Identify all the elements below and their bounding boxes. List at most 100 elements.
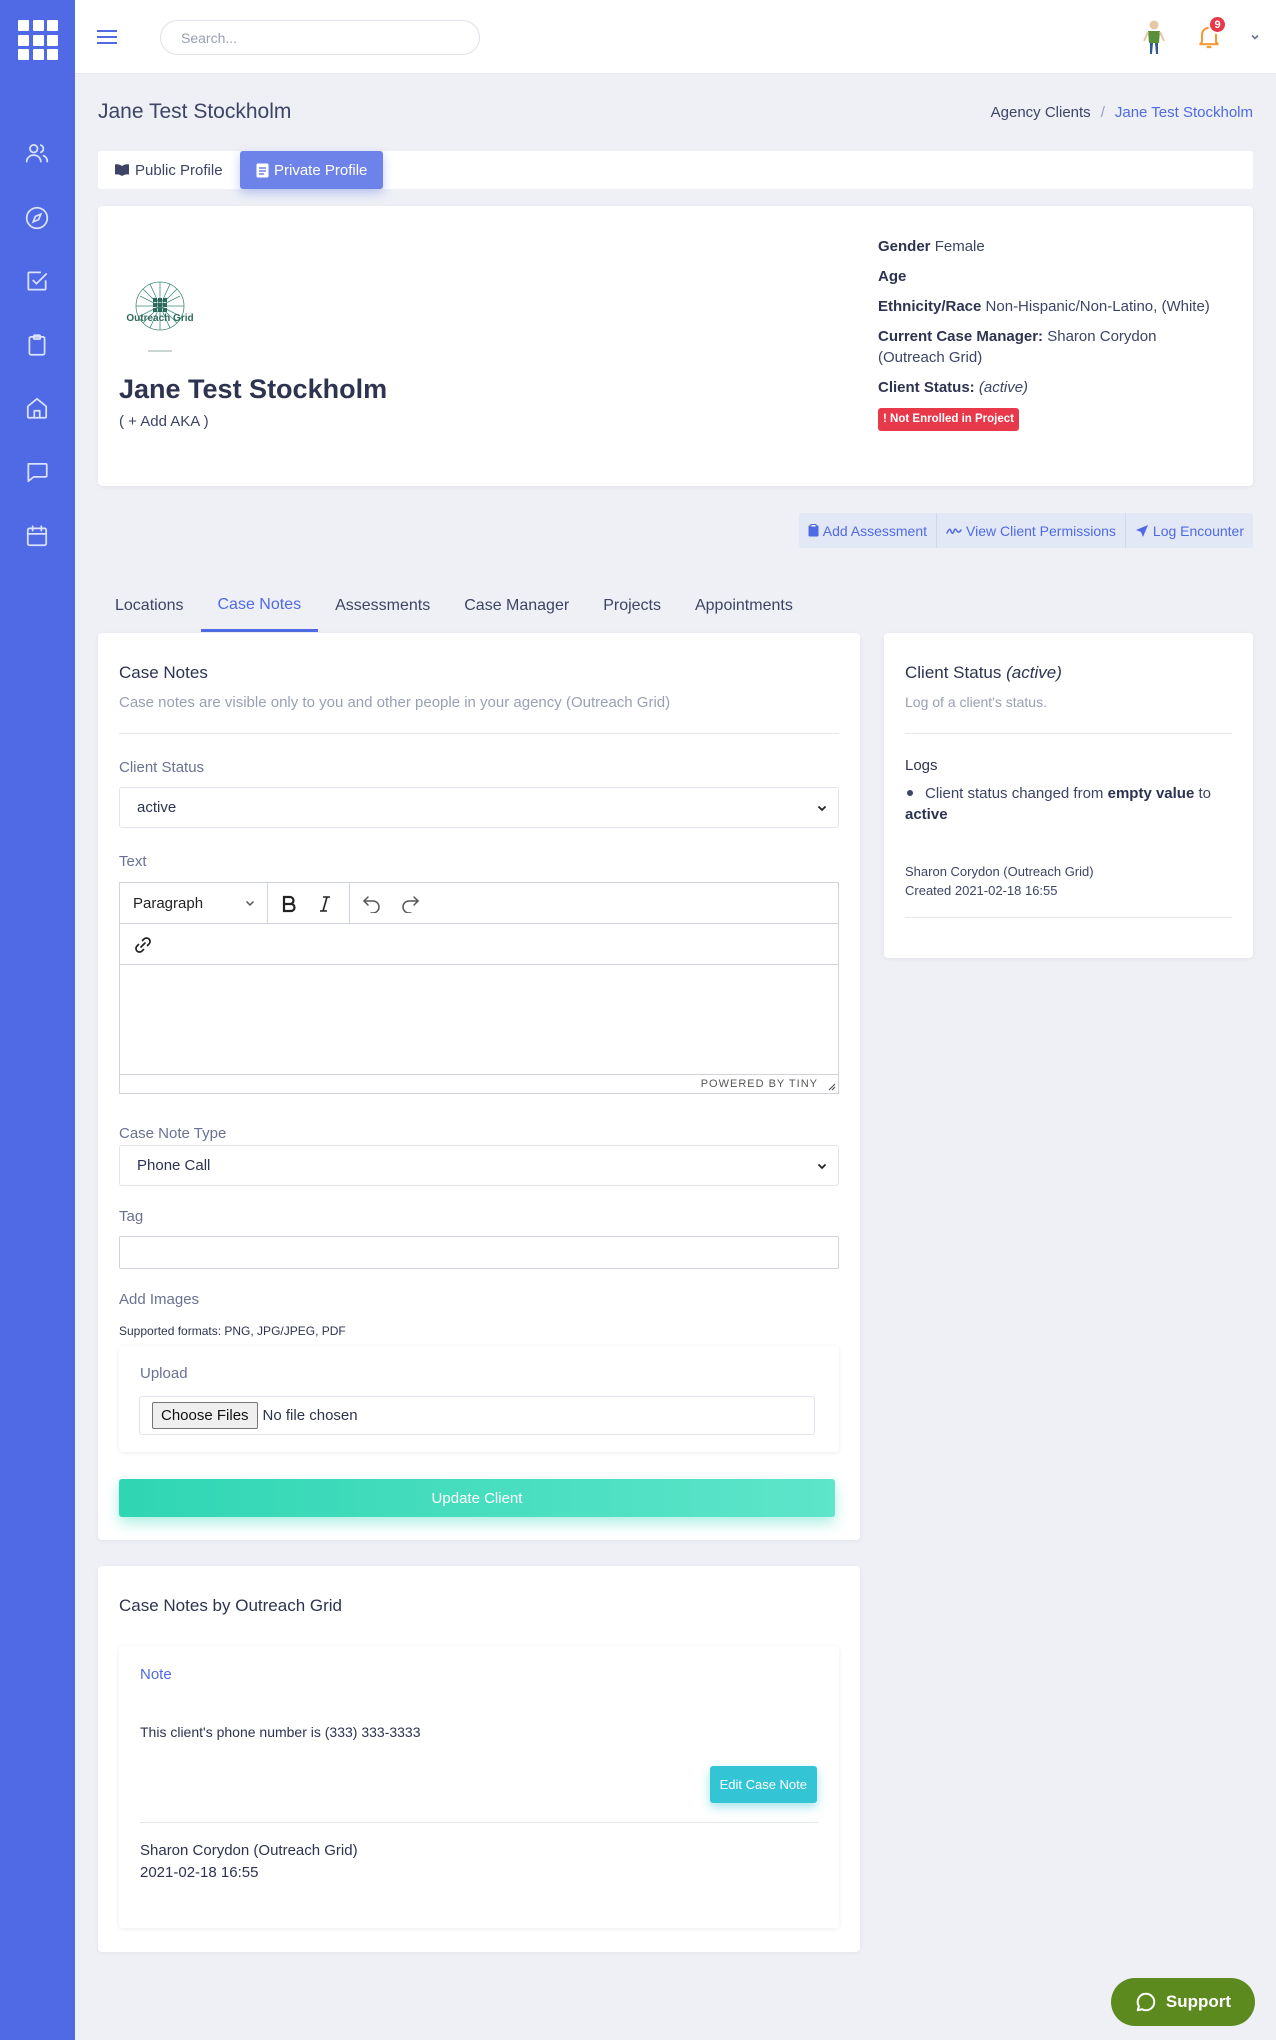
- ethnicity-label: Ethnicity/Race: [878, 298, 982, 315]
- client-status-field-label: Client Status: [119, 759, 205, 776]
- tag-field-label: Tag: [119, 1208, 144, 1225]
- log-encounter-label: Log Encounter: [1152, 522, 1244, 539]
- case-notes-subtitle: Case notes are visible only to you and o…: [119, 694, 671, 711]
- user-avatar[interactable]: [1138, 18, 1170, 56]
- log-item: Client status changed from empty value t…: [905, 783, 1235, 825]
- block-format-select[interactable]: Paragraph: [120, 883, 268, 924]
- users-icon[interactable]: [22, 138, 52, 168]
- rich-text-editor: Paragraph POWERED BY TINY: [119, 882, 839, 1094]
- view-client-permissions-label: View Client Permissions: [966, 522, 1116, 539]
- tab-assessments[interactable]: Assessments: [318, 580, 447, 632]
- checkbox-icon[interactable]: [22, 266, 52, 296]
- tab-public-profile[interactable]: Public Profile: [98, 151, 239, 189]
- profile-card: Outreach Grid Jane Test Stockholm ( + Ad…: [98, 206, 1253, 486]
- client-name: Jane Test Stockholm: [119, 374, 388, 404]
- file-input[interactable]: Choose Files No file chosen: [139, 1396, 815, 1435]
- add-assessment-label: Add Assessment: [822, 522, 928, 539]
- log-created: Created 2021-02-18 16:55: [905, 883, 1058, 898]
- support-button[interactable]: Support: [1111, 1978, 1255, 2026]
- editor-toolbar-secondary: [120, 924, 838, 965]
- log-meta: Sharon Corydon (Outreach Grid) Created 2…: [905, 862, 1094, 900]
- chevron-down-icon: [817, 805, 827, 812]
- enrollment-badge-label: Not Enrolled in Project: [890, 413, 1015, 425]
- logs-title: Logs: [905, 757, 938, 774]
- tab-projects[interactable]: Projects: [586, 580, 678, 632]
- age-label: Age: [878, 268, 907, 285]
- search-input[interactable]: [160, 20, 480, 55]
- toolbar-separator: [349, 883, 350, 924]
- tag-input[interactable]: [119, 1236, 839, 1269]
- client-status-label: Client Status:: [878, 379, 975, 396]
- case-note-item: Note This client's phone number is (333)…: [119, 1646, 839, 1928]
- tab-case-manager[interactable]: Case Manager: [447, 580, 586, 632]
- menu-icon[interactable]: [96, 26, 118, 48]
- text-field-label: Text: [119, 853, 147, 870]
- italic-icon[interactable]: [311, 890, 339, 918]
- chat-icon[interactable]: [22, 457, 52, 487]
- tab-case-notes[interactable]: Case Notes: [200, 580, 319, 632]
- calendar-icon[interactable]: [22, 521, 52, 551]
- note-date: 2021-02-18 16:55: [140, 1864, 259, 1881]
- link-icon[interactable]: [129, 931, 157, 959]
- editor-branding[interactable]: POWERED BY TINY: [701, 1078, 818, 1090]
- upload-panel: Upload Choose Files No file chosen: [119, 1346, 839, 1452]
- exclamation-icon: !: [883, 413, 887, 425]
- client-tabs: Locations Case Notes Assessments Case Ma…: [98, 580, 810, 634]
- tab-private-profile-label: Private Profile: [274, 161, 368, 179]
- case-manager-label: Current Case Manager:: [878, 328, 1044, 345]
- divider: [905, 733, 1232, 734]
- client-status-select[interactable]: active: [119, 787, 839, 828]
- add-images-label: Add Images: [119, 1291, 200, 1308]
- notification-count-badge: 9: [1208, 15, 1227, 34]
- editor-statusbar: POWERED BY TINY: [120, 1074, 838, 1093]
- tab-locations[interactable]: Locations: [98, 580, 201, 632]
- enrollment-badge: ! Not Enrolled in Project: [878, 408, 1020, 431]
- chevron-down-icon[interactable]: [1249, 31, 1261, 43]
- add-assessment-button[interactable]: Add Assessment: [799, 513, 938, 548]
- case-notes-title: Case Notes: [119, 663, 208, 682]
- view-client-permissions-button[interactable]: View Client Permissions: [937, 513, 1126, 548]
- document-icon: [256, 163, 269, 177]
- app-grid-icon[interactable]: [18, 20, 58, 60]
- edit-case-note-button[interactable]: Edit Case Note: [709, 1766, 817, 1803]
- bold-icon[interactable]: [275, 890, 303, 918]
- client-status-card-title-text: Client Status: [905, 663, 1002, 682]
- sidebar: [0, 0, 75, 2040]
- case-notes-list-card: Case Notes by Outreach Grid Note This cl…: [98, 1566, 860, 1952]
- tab-private-profile[interactable]: Private Profile: [240, 151, 384, 189]
- compass-icon[interactable]: [22, 203, 52, 233]
- home-icon[interactable]: [22, 393, 52, 423]
- divider: [905, 917, 1232, 918]
- tab-public-profile-label: Public Profile: [135, 161, 223, 179]
- update-client-button[interactable]: Update Client: [119, 1479, 835, 1517]
- client-status-value: (active): [978, 379, 1029, 396]
- tab-appointments[interactable]: Appointments: [678, 580, 810, 632]
- redo-icon[interactable]: [396, 890, 424, 918]
- bullet: [907, 790, 913, 796]
- client-status-selected: active: [137, 799, 177, 816]
- client-logo: Outreach Grid: [120, 276, 200, 361]
- supported-formats: Supported formats: PNG, JPG/JPEG, PDF: [119, 1324, 346, 1338]
- log-prefix: Client status changed from: [925, 785, 1104, 802]
- block-format-value: Paragraph: [133, 895, 204, 912]
- file-status: No file chosen: [262, 1407, 358, 1424]
- upload-label: Upload: [140, 1365, 188, 1382]
- logo-text: Outreach Grid: [126, 313, 193, 324]
- divider: [140, 1822, 818, 1823]
- book-icon: [115, 164, 129, 176]
- choose-files-button[interactable]: Choose Files: [152, 1402, 258, 1429]
- breadcrumb-agency-clients[interactable]: Agency Clients: [991, 104, 1091, 121]
- add-aka-link[interactable]: ( + Add AKA ): [119, 413, 209, 430]
- clipboard-icon[interactable]: [22, 330, 52, 360]
- log-encounter-button[interactable]: Log Encounter: [1126, 513, 1253, 548]
- breadcrumb-separator: /: [1100, 104, 1105, 121]
- client-status-card-title: Client Status (active): [905, 663, 1062, 683]
- chevron-down-icon: [817, 1163, 827, 1170]
- undo-icon[interactable]: [358, 890, 386, 918]
- editor-toolbar: Paragraph: [120, 883, 838, 924]
- note-author: Sharon Corydon (Outreach Grid): [140, 1842, 358, 1859]
- resize-handle-icon[interactable]: [826, 1081, 836, 1091]
- note-type-select[interactable]: Phone Call: [119, 1145, 839, 1186]
- case-manager-row: Current Case Manager: Sharon Corydon (Ou…: [878, 326, 1218, 368]
- ethnicity-row: Ethnicity/Race Non-Hispanic/Non-Latino, …: [878, 296, 1218, 317]
